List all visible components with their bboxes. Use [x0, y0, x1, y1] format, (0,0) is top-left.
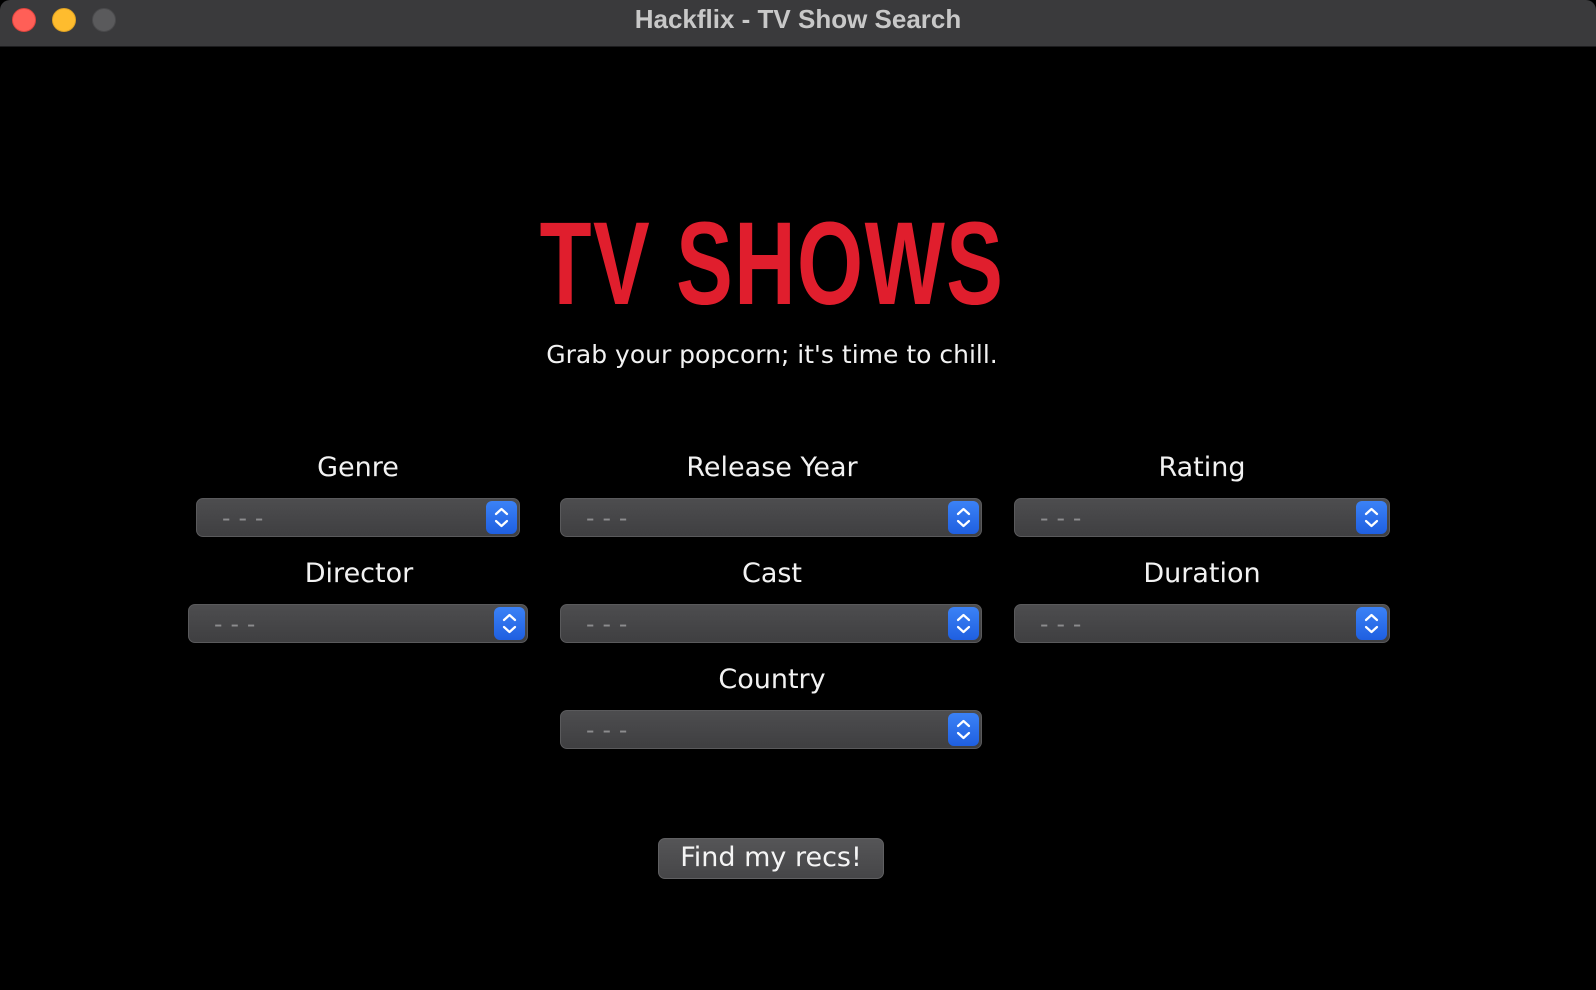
release-year-select-stepper-icon[interactable] [948, 501, 979, 534]
cast-select-stepper-icon[interactable] [948, 607, 979, 640]
cast-label: Cast [741, 558, 803, 589]
country-select[interactable]: --- [560, 710, 982, 749]
country-label: Country [718, 664, 826, 695]
tagline: Grab your popcorn; it's time to chill. [546, 340, 998, 369]
window-title: Hackflix - TV Show Search [634, 4, 962, 34]
duration-select[interactable]: --- [1014, 604, 1390, 643]
rating-label: Rating [1158, 452, 1246, 483]
release-year-label: Release Year [686, 452, 858, 483]
genre-select-value: --- [219, 504, 269, 532]
director-select-value: --- [211, 610, 261, 638]
title-bar: Hackflix - TV Show Search [0, 0, 1596, 47]
release-year-select-value: --- [583, 504, 633, 532]
cast-select-value: --- [583, 610, 633, 638]
country-select-value: --- [583, 716, 633, 744]
release-year-select[interactable]: --- [560, 498, 982, 537]
director-label: Director [304, 558, 414, 589]
main-content: TV SHOWS Grab your popcorn; it's time to… [0, 47, 1596, 990]
duration-select-value: --- [1037, 610, 1087, 638]
country-select-stepper-icon[interactable] [948, 713, 979, 746]
rating-select-stepper-icon[interactable] [1356, 501, 1387, 534]
find-recs-button[interactable]: Find my recs! [658, 838, 884, 879]
duration-select-stepper-icon[interactable] [1356, 607, 1387, 640]
cast-select[interactable]: --- [560, 604, 982, 643]
duration-label: Duration [1143, 558, 1261, 589]
app-window: Hackflix - TV Show Search TV SHOWS Grab … [0, 0, 1596, 990]
genre-select-stepper-icon[interactable] [486, 501, 517, 534]
director-select[interactable]: --- [188, 604, 528, 643]
rating-select-value: --- [1037, 504, 1087, 532]
director-select-stepper-icon[interactable] [494, 607, 525, 640]
genre-label: Genre [317, 452, 399, 483]
tv-shows-logo: TV SHOWS [539, 198, 1005, 330]
rating-select[interactable]: --- [1014, 498, 1390, 537]
genre-select[interactable]: --- [196, 498, 520, 537]
